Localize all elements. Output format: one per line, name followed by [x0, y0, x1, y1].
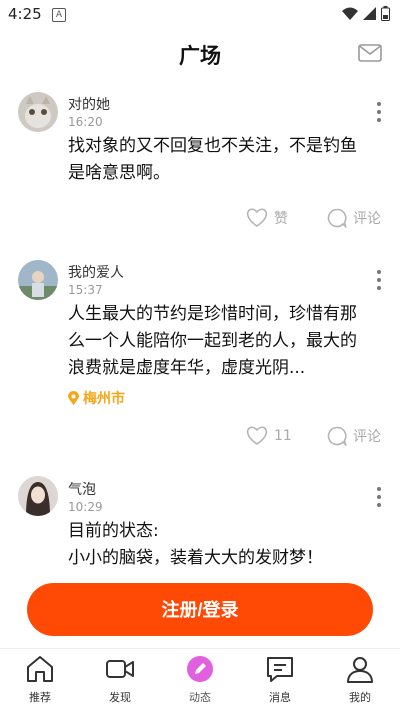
content-line: 找对象的又不回复也不关注，不是钓鱼 — [68, 136, 357, 156]
mail-icon[interactable] — [358, 44, 382, 62]
more-options-icon[interactable] — [376, 270, 382, 294]
battery-icon — [381, 6, 390, 21]
tab-label: 发现 — [109, 691, 131, 704]
wifi-icon — [342, 7, 358, 20]
content-line: 人生最大的节约是珍惜时间，珍惜有那 — [68, 304, 357, 324]
username[interactable]: 气泡 — [68, 479, 96, 499]
tab-label: 推荐 — [29, 691, 51, 704]
bottom-tab-bar: 推荐 发现 动态 消息 我的 — [0, 648, 400, 713]
avatar[interactable] — [18, 476, 58, 516]
username[interactable]: 我的爱人 — [68, 262, 124, 282]
content-line: 么一个人能陪你一起到老的人，最大的 — [68, 331, 357, 351]
tab-moments[interactable]: 动态 — [165, 655, 235, 705]
location-label: 梅州市 — [83, 391, 125, 407]
post-content: 人生最大的节约是珍惜时间，珍惜有那 么一个人能陪你一起到老的人，最大的 浪费就是… — [68, 301, 368, 382]
comment-label: 评论 — [353, 429, 381, 445]
heart-icon — [246, 208, 268, 227]
comment-icon — [327, 426, 347, 446]
comment-icon — [327, 208, 347, 228]
avatar[interactable] — [18, 260, 58, 300]
pen-icon — [187, 656, 213, 682]
tab-messages[interactable]: 消息 — [245, 655, 315, 705]
username[interactable]: 对的她 — [68, 94, 110, 114]
tab-discover[interactable]: 发现 — [85, 655, 155, 705]
comment-button[interactable]: 评论 — [327, 426, 381, 446]
content-line: 浪费就是虚度年华，虚度光阴... — [68, 358, 306, 378]
post-time: 16:20 — [68, 115, 103, 129]
register-login-button[interactable]: 注册/登录 — [27, 583, 373, 636]
signal-icon — [363, 7, 376, 20]
content-line: 是啥意思啊。 — [68, 163, 170, 183]
post-time: 15:37 — [68, 283, 103, 297]
user-icon — [347, 657, 373, 683]
heart-icon — [246, 426, 268, 445]
tab-mine[interactable]: 我的 — [325, 655, 395, 705]
post-card[interactable]: 气泡 10:29 目前的状态: 小小的脑袋，装着大大的发财梦！ — [0, 476, 400, 586]
post-content: 找对象的又不回复也不关注，不是钓鱼 是啥意思啊。 — [68, 133, 368, 187]
more-options-icon[interactable] — [376, 487, 382, 511]
post-actions: 11 评论 — [0, 426, 400, 452]
header: 广场 — [0, 30, 400, 80]
post-actions: 赞 评论 — [0, 208, 400, 234]
notification-icon: A — [52, 8, 66, 22]
video-icon — [106, 660, 134, 678]
more-options-icon[interactable] — [376, 102, 382, 126]
avatar[interactable] — [18, 92, 58, 132]
status-time: 4:25 — [8, 5, 42, 23]
comment-label: 评论 — [353, 211, 381, 227]
post-time: 10:29 — [68, 500, 103, 514]
home-icon — [27, 656, 53, 682]
post-card[interactable]: 对的她 16:20 找对象的又不回复也不关注，不是钓鱼 是啥意思啊。 赞 评论 — [0, 90, 400, 250]
post-card[interactable]: 我的爱人 15:37 人生最大的节约是珍惜时间，珍惜有那 么一个人能陪你一起到老… — [0, 260, 400, 460]
like-count: 11 — [274, 428, 292, 444]
comment-button[interactable]: 评论 — [327, 208, 381, 228]
tab-label: 动态 — [189, 691, 211, 704]
tab-recommend[interactable]: 推荐 — [5, 655, 75, 705]
status-bar: 4:25 A — [0, 0, 400, 30]
tab-label: 消息 — [269, 691, 291, 704]
location-pin-icon — [68, 391, 79, 405]
content-line: 小小的脑袋，装着大大的发财梦！ — [68, 548, 323, 568]
status-icons — [342, 6, 390, 21]
like-button[interactable]: 赞 — [246, 208, 288, 228]
page-title: 广场 — [179, 44, 221, 68]
like-button[interactable]: 11 — [246, 426, 292, 446]
message-icon — [267, 657, 293, 682]
content-line: 目前的状态: — [68, 521, 159, 541]
tab-label: 我的 — [349, 691, 371, 704]
like-label: 赞 — [274, 211, 288, 227]
post-content: 目前的状态: 小小的脑袋，装着大大的发财梦！ — [68, 518, 368, 572]
location-tag[interactable]: 梅州市 — [68, 388, 125, 408]
